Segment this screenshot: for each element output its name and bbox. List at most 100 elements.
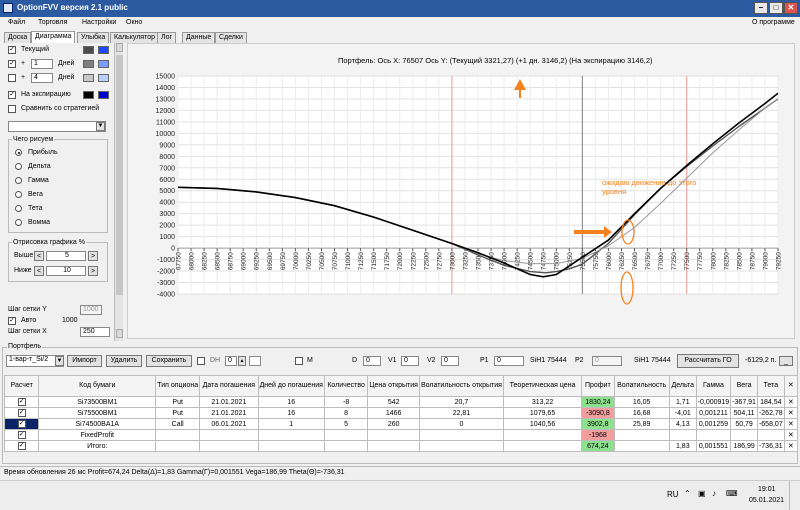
d-input[interactable]: 0 [363, 356, 381, 366]
radio-theta[interactable] [15, 205, 22, 212]
cell-open-vol[interactable]: 0 [418, 418, 504, 430]
above-increase-button[interactable]: > [88, 251, 98, 261]
cell-qty[interactable] [323, 440, 369, 452]
cell-qty[interactable]: 8 [323, 407, 369, 419]
grid-x-input[interactable]: 250 [80, 327, 110, 337]
cell-theta[interactable]: -262,78 [756, 407, 785, 419]
compare-checkbox[interactable] [8, 105, 16, 113]
radio-profit[interactable] [15, 149, 22, 156]
col-theo-price[interactable]: Теоретическая цена [502, 375, 583, 397]
plus4-checkbox[interactable] [8, 74, 16, 82]
cell-theo-price[interactable] [502, 429, 583, 441]
expiry-compare-color-swatch[interactable] [98, 91, 109, 99]
minimize-button[interactable]: – [754, 2, 768, 14]
dh2-input[interactable] [249, 356, 261, 366]
cell-qty[interactable] [323, 429, 369, 441]
cell-profit[interactable]: 674,24 [581, 440, 615, 452]
auto-checkbox[interactable]: ✓ [8, 317, 16, 325]
row-remove-button[interactable]: ✕ [783, 396, 799, 408]
radio-delta[interactable] [15, 163, 22, 170]
cell-profit[interactable]: 1830,24 [581, 396, 615, 408]
cell-theta[interactable]: -658,07 [756, 418, 785, 430]
calculate-margin-button[interactable]: Рассчитать ГО [677, 354, 739, 368]
tab-smile[interactable]: Улыбка [77, 32, 110, 43]
above-decrease-button[interactable]: < [34, 251, 44, 261]
table-row[interactable]: ✓ FixedProfit -1968 ✕ [3, 429, 799, 441]
table-row[interactable]: ✓ Si74500BA1A Call 06.01.2021 1 5 260 0 1040,56 3… [3, 418, 799, 430]
col-type[interactable]: Тип опциона [155, 375, 201, 397]
clock-time[interactable]: 19:01 [758, 486, 776, 493]
radio-vega[interactable] [15, 191, 22, 198]
cell-date[interactable]: 21.01.2021 [199, 407, 259, 419]
cell-vega[interactable]: 50,79 [730, 418, 758, 430]
cell-qty[interactable]: 5 [323, 418, 369, 430]
cell-vol[interactable]: 16,05 [613, 396, 670, 408]
col-calc[interactable]: Расчет [3, 375, 40, 397]
tab-calculator[interactable]: Калькулятор [110, 32, 159, 43]
network-icon[interactable]: ▣ [698, 489, 706, 498]
cell-code[interactable]: Si73500BM1 [38, 396, 157, 408]
row-calc-checkbox[interactable]: ✓ [3, 407, 40, 419]
plus1-days-input[interactable]: 1 [31, 59, 53, 69]
cell-theo-price[interactable] [502, 440, 583, 452]
cell-vol[interactable] [613, 429, 670, 441]
cell-gamma[interactable]: -0,000919 [695, 396, 732, 408]
strategy-compare-select[interactable] [8, 121, 106, 132]
tray-expand-icon[interactable]: ⌃ [684, 489, 691, 498]
dh-checkbox[interactable] [197, 357, 205, 365]
menu-about[interactable]: О программе [752, 19, 795, 26]
cell-delta[interactable]: 4,13 [668, 418, 697, 430]
cell-days[interactable]: 16 [257, 407, 325, 419]
cell-vol[interactable]: 16,68 [613, 407, 670, 419]
cell-delta[interactable]: 1,71 [668, 396, 697, 408]
radio-vomma[interactable] [15, 219, 22, 226]
row-remove-button[interactable]: ✕ [783, 407, 799, 419]
cell-days[interactable]: 16 [257, 396, 325, 408]
maximize-button[interactable]: □ [769, 2, 783, 14]
total-row[interactable]: ✓ Итого: 674,24 1,83 0,001551 186,99 -736,31 ✕ [3, 440, 799, 452]
col-qty[interactable]: Количество [323, 375, 369, 397]
below-decrease-button[interactable]: < [34, 266, 44, 276]
chevron-down-icon[interactable]: ▼ [96, 122, 105, 131]
import-button[interactable]: Импорт [67, 355, 102, 367]
close-button[interactable]: ✕ [784, 2, 798, 14]
margin-extra-button[interactable]: _ [779, 356, 793, 366]
cell-date[interactable]: 21.01.2021 [199, 396, 259, 408]
tab-deals[interactable]: Сделки [215, 32, 247, 43]
cell-days[interactable]: 1 [257, 418, 325, 430]
row-remove-button[interactable]: ✕ [783, 429, 799, 441]
below-input[interactable]: 10 [46, 266, 86, 276]
cell-profit[interactable]: 3902,8 [581, 418, 615, 430]
row-calc-checkbox[interactable]: ✓ [3, 418, 40, 430]
cell-gamma[interactable] [695, 429, 732, 441]
menu-window[interactable]: Окно [126, 19, 142, 26]
keyboard-icon[interactable]: ⌨ [726, 489, 738, 498]
volume-icon[interactable]: ♪ [712, 489, 716, 498]
cell-vega[interactable]: -367,91 [730, 396, 758, 408]
row-calc-checkbox[interactable]: ✓ [3, 429, 40, 441]
cell-date[interactable] [199, 429, 259, 441]
cell-type[interactable] [155, 440, 201, 452]
m-checkbox[interactable] [295, 357, 303, 365]
cell-open-price[interactable] [367, 440, 420, 452]
tab-diagram[interactable]: Диаграмма [31, 31, 76, 43]
cell-profit[interactable]: -3090,8 [581, 407, 615, 419]
cell-open-vol[interactable]: 22,81 [418, 407, 504, 419]
cell-open-price[interactable] [367, 429, 420, 441]
cell-type[interactable]: Call [155, 418, 201, 430]
cell-type[interactable]: Put [155, 396, 201, 408]
table-row[interactable]: ✓ Si75500BM1 Put 21.01.2021 16 8 1466 22,81 1079… [3, 407, 799, 419]
p2-input[interactable]: 0 [592, 356, 622, 366]
cell-delta[interactable] [668, 429, 697, 441]
cell-open-price[interactable]: 542 [367, 396, 420, 408]
plus4-days-input[interactable]: 4 [31, 73, 53, 83]
expiry-checkbox[interactable]: ✓ [8, 91, 16, 99]
v2-input[interactable]: 0 [441, 356, 459, 366]
dh-input[interactable]: 0 [225, 356, 237, 366]
col-vega[interactable]: Вега [730, 375, 758, 397]
menu-file[interactable]: Файл [8, 19, 25, 26]
show-desktop-button[interactable] [789, 481, 799, 510]
menu-settings[interactable]: Настройки [82, 19, 116, 26]
left-panel-scrollbar[interactable] [114, 43, 123, 341]
plus1-checkbox[interactable]: ✓ [8, 60, 16, 68]
